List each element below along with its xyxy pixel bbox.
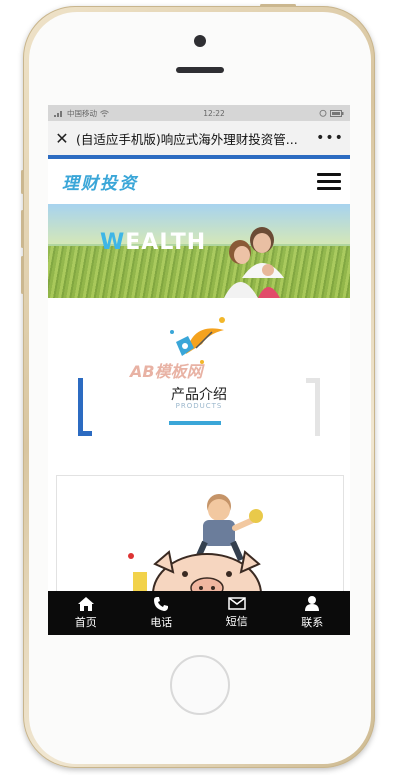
battery-icon bbox=[330, 109, 344, 117]
banner-wealth-text: WEALTH bbox=[100, 230, 207, 255]
section-underline bbox=[169, 421, 221, 425]
tab-contact-label: 联系 bbox=[301, 616, 324, 629]
close-icon[interactable]: ✕ bbox=[48, 129, 76, 148]
user-icon bbox=[305, 596, 320, 611]
hero-banner: WEALTH bbox=[48, 204, 350, 298]
section-subtitle: PRODUCTS bbox=[175, 402, 223, 410]
earpiece-speaker bbox=[176, 67, 224, 73]
alarm-icon bbox=[319, 109, 327, 117]
volume-down-button bbox=[21, 256, 24, 294]
mute-switch bbox=[21, 170, 24, 194]
home-icon bbox=[77, 596, 94, 611]
home-button[interactable] bbox=[170, 655, 230, 715]
phone-icon bbox=[154, 596, 169, 611]
phone-screen: 中国移动 12:22 ✕ (自适应手机版)响应式海外理财投资管... ••• 理… bbox=[48, 105, 350, 635]
bottom-tab-bar: 首页 电话 短信 联系 bbox=[48, 591, 350, 635]
browser-nav-bar: ✕ (自适应手机版)响应式海外理财投资管... ••• bbox=[48, 121, 350, 159]
tab-sms-label: 短信 bbox=[225, 615, 248, 628]
front-camera bbox=[194, 35, 206, 47]
hamburger-menu-icon[interactable] bbox=[317, 173, 341, 190]
site-header: 理财投资 bbox=[48, 159, 350, 204]
watermark-logo: AB模板网 bbox=[130, 362, 203, 381]
signal-icon bbox=[54, 110, 62, 117]
tab-phone-label: 电话 bbox=[150, 615, 173, 629]
carrier-label: 中国移动 bbox=[67, 108, 97, 118]
tab-sms[interactable]: 短信 bbox=[199, 591, 275, 635]
site-logo[interactable]: 理财投资 bbox=[62, 169, 138, 194]
tab-home-label: 首页 bbox=[74, 615, 97, 629]
section-title: 产品介绍 bbox=[171, 387, 227, 403]
family-photo bbox=[224, 227, 284, 298]
tab-home[interactable]: 首页 bbox=[48, 591, 124, 635]
power-button bbox=[260, 4, 296, 7]
wifi-icon bbox=[100, 109, 109, 117]
tab-contact[interactable]: 联系 bbox=[275, 591, 351, 635]
browser-page-title: (自适应手机版)响应式海外理财投资管... bbox=[76, 131, 298, 147]
tab-phone[interactable]: 电话 bbox=[124, 591, 200, 635]
status-time: 12:22 bbox=[203, 108, 225, 118]
more-dots-icon[interactable]: ••• bbox=[310, 130, 350, 146]
products-section: AB模板网 产品介绍 PRODUCTS bbox=[48, 298, 350, 470]
volume-up-button bbox=[21, 210, 24, 248]
mail-icon bbox=[228, 597, 246, 610]
status-bar: 中国移动 12:22 bbox=[48, 105, 350, 121]
